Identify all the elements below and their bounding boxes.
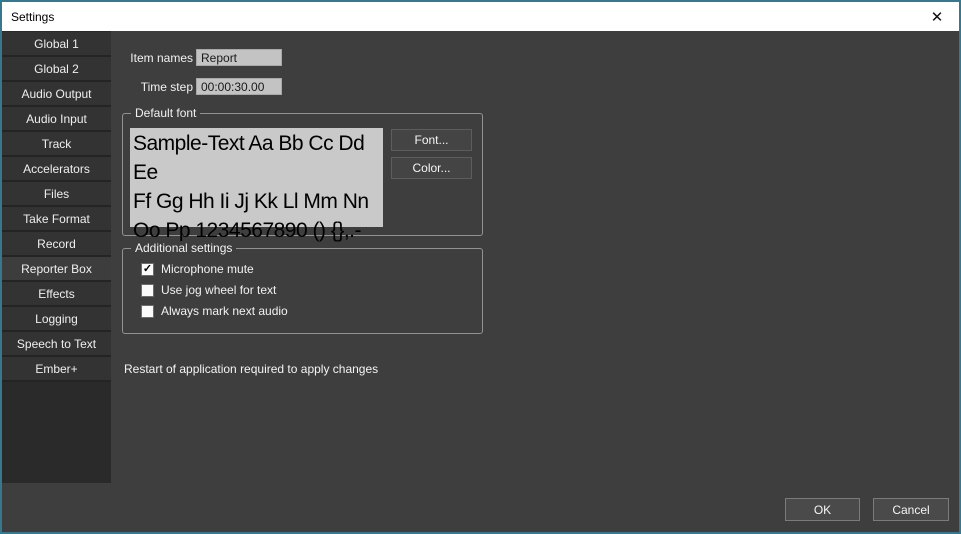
sidebar-item-track[interactable]: Track [2, 132, 111, 157]
title-bar: Settings ✕ [2, 2, 959, 31]
checkbox-label: Use jog wheel for text [161, 283, 276, 297]
default-font-group: Default font Sample-Text Aa Bb Cc Dd Ee … [122, 113, 483, 236]
sidebar-item-effects[interactable]: Effects [2, 282, 111, 307]
settings-window: Settings ✕ Global 1Global 2Audio OutputA… [0, 0, 961, 534]
checkbox-label: Always mark next audio [161, 304, 288, 318]
checkbox-row[interactable]: Always mark next audio [141, 304, 288, 318]
sidebar-item-files[interactable]: Files [2, 182, 111, 207]
color-button[interactable]: Color... [391, 157, 472, 179]
font-sample-preview: Sample-Text Aa Bb Cc Dd Ee Ff Gg Hh Ii J… [130, 128, 383, 227]
time-step-input[interactable] [196, 78, 282, 95]
additional-settings-group-title: Additional settings [131, 241, 236, 255]
cancel-button[interactable]: Cancel [873, 498, 949, 521]
default-font-group-title: Default font [131, 106, 200, 120]
additional-settings-group: Additional settings ✓ Microphone mute Us… [122, 248, 483, 334]
sidebar-item-reporter-box[interactable]: Reporter Box [2, 257, 111, 282]
sidebar-item-ember-[interactable]: Ember+ [2, 357, 111, 382]
item-names-label: Item names [22, 51, 193, 65]
checkbox-row[interactable]: Use jog wheel for text [141, 283, 288, 297]
checkbox-icon[interactable] [141, 305, 154, 318]
font-button[interactable]: Font... [391, 129, 472, 151]
checkbox-list: ✓ Microphone mute Use jog wheel for text… [141, 262, 288, 318]
checkbox-icon[interactable]: ✓ [141, 263, 154, 276]
restart-note: Restart of application required to apply… [124, 362, 378, 376]
sidebar-item-speech-to-text[interactable]: Speech to Text [2, 332, 111, 357]
checkbox-row[interactable]: ✓ Microphone mute [141, 262, 288, 276]
sidebar: Global 1Global 2Audio OutputAudio InputT… [2, 31, 111, 483]
sidebar-item-accelerators[interactable]: Accelerators [2, 157, 111, 182]
item-names-input[interactable] [196, 49, 282, 66]
sidebar-item-logging[interactable]: Logging [2, 307, 111, 332]
checkbox-icon[interactable] [141, 284, 154, 297]
sidebar-item-record[interactable]: Record [2, 232, 111, 257]
checkbox-label: Microphone mute [161, 262, 254, 276]
window-title: Settings [11, 10, 54, 24]
close-icon[interactable]: ✕ [921, 2, 953, 31]
ok-button[interactable]: OK [785, 498, 860, 521]
sidebar-item-audio-input[interactable]: Audio Input [2, 107, 111, 132]
sidebar-item-take-format[interactable]: Take Format [2, 207, 111, 232]
dialog-body: Global 1Global 2Audio OutputAudio InputT… [2, 31, 959, 532]
time-step-label: Time step [22, 80, 193, 94]
